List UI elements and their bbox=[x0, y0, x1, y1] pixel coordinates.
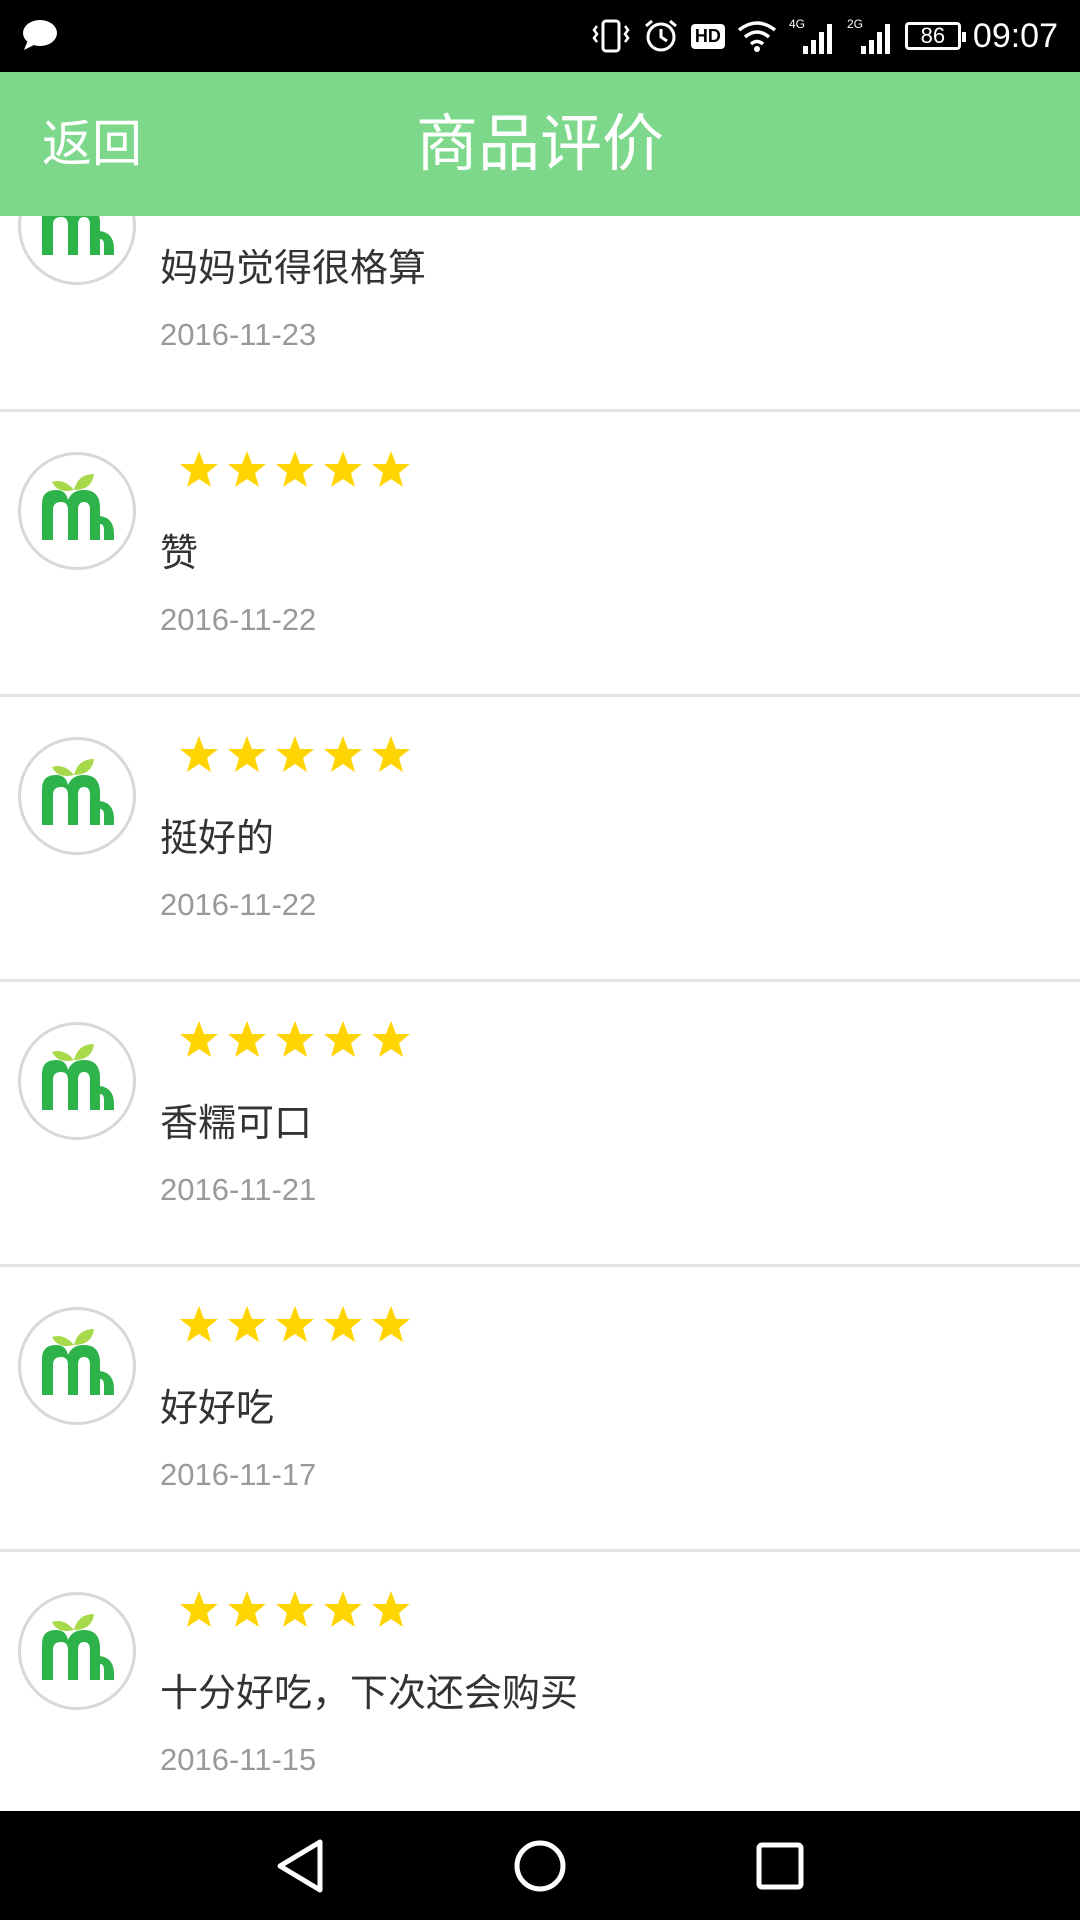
avatar bbox=[18, 216, 136, 285]
brand-logo-icon bbox=[42, 759, 114, 825]
star-icon bbox=[276, 451, 314, 487]
star-icon bbox=[372, 1021, 410, 1057]
star-icon bbox=[180, 1591, 218, 1627]
star-icon bbox=[180, 736, 218, 772]
star-icon bbox=[276, 1591, 314, 1627]
alarm-icon bbox=[643, 18, 679, 54]
star-icon bbox=[180, 1306, 218, 1342]
avatar bbox=[18, 1022, 136, 1140]
review-text: 妈妈觉得很格算 bbox=[160, 246, 427, 290]
page-title: 商品评价 bbox=[415, 107, 664, 180]
star-icon bbox=[276, 1306, 314, 1342]
star-icon bbox=[372, 451, 410, 487]
star-icon bbox=[372, 1306, 410, 1342]
rating-stars bbox=[178, 1019, 412, 1061]
review-text: 香糯可口 bbox=[160, 1101, 313, 1145]
star-icon bbox=[372, 736, 410, 772]
review-date: 2016-11-17 bbox=[160, 1457, 317, 1492]
avatar bbox=[18, 737, 136, 855]
star-icon bbox=[276, 1021, 314, 1057]
brand-logo-icon bbox=[42, 474, 114, 540]
review-date: 2016-11-22 bbox=[160, 887, 317, 922]
brand-logo-icon bbox=[42, 1329, 114, 1395]
home-circle-icon[interactable] bbox=[460, 1811, 620, 1920]
star-icon bbox=[180, 451, 218, 487]
review-date: 2016-11-15 bbox=[160, 1742, 317, 1777]
review-list[interactable]: 妈妈觉得很格算 2016-11-23 赞 2016-11-22 挺好的 2016-11-2… bbox=[0, 216, 1080, 1811]
review-item: 妈妈觉得很格算 2016-11-23 bbox=[0, 216, 1080, 412]
star-icon bbox=[228, 736, 266, 772]
avatar bbox=[18, 1592, 136, 1710]
status-bar: HD 4G 2G 86 09:07 bbox=[0, 0, 1080, 72]
signal-2g-icon: 2G bbox=[847, 16, 893, 56]
review-date: 2016-11-23 bbox=[160, 317, 317, 352]
message-icon bbox=[22, 18, 58, 56]
brand-logo-icon bbox=[42, 1044, 114, 1110]
star-icon bbox=[324, 1591, 362, 1627]
wifi-icon bbox=[737, 20, 777, 52]
review-text: 挺好的 bbox=[160, 816, 275, 860]
battery-level: 86 bbox=[920, 23, 946, 48]
clock: 09:07 bbox=[972, 16, 1058, 55]
net1-label: 4G bbox=[789, 17, 805, 31]
rating-stars bbox=[178, 1304, 412, 1346]
star-icon bbox=[324, 1306, 362, 1342]
brand-logo-icon bbox=[42, 1614, 114, 1680]
app-header: 返回 商品评价 bbox=[0, 72, 1080, 216]
vibrate-icon bbox=[591, 18, 631, 54]
star-icon bbox=[324, 451, 362, 487]
back-triangle-icon[interactable] bbox=[220, 1811, 380, 1920]
rating-stars bbox=[178, 734, 412, 776]
review-date: 2016-11-22 bbox=[160, 602, 317, 637]
hd-icon: HD bbox=[690, 23, 725, 49]
star-icon bbox=[228, 451, 266, 487]
avatar bbox=[18, 452, 136, 570]
review-item: 香糯可口 2016-11-21 bbox=[0, 982, 1080, 1267]
review-item: 赞 2016-11-22 bbox=[0, 412, 1080, 697]
star-icon bbox=[276, 736, 314, 772]
brand-logo-icon bbox=[42, 216, 114, 255]
avatar bbox=[18, 1307, 136, 1425]
recents-square-icon[interactable] bbox=[700, 1811, 860, 1920]
rating-stars bbox=[178, 449, 412, 491]
battery-icon: 86 bbox=[904, 22, 966, 50]
review-text: 十分好吃，下次还会购买 bbox=[160, 1671, 579, 1715]
navigation-bar bbox=[0, 1811, 1080, 1920]
review-text: 赞 bbox=[160, 531, 199, 575]
signal-4g-icon: 4G bbox=[789, 16, 835, 56]
review-item: 挺好的 2016-11-22 bbox=[0, 697, 1080, 982]
net2-label: 2G bbox=[847, 17, 863, 31]
review-item: 好好吃 2016-11-17 bbox=[0, 1267, 1080, 1552]
star-icon bbox=[228, 1306, 266, 1342]
star-icon bbox=[324, 1021, 362, 1057]
status-icons: HD 4G 2G 86 09:07 bbox=[591, 0, 1058, 72]
star-icon bbox=[324, 736, 362, 772]
review-item: 十分好吃，下次还会购买 2016-11-15 bbox=[0, 1552, 1080, 1811]
review-text: 好好吃 bbox=[160, 1386, 275, 1430]
review-date: 2016-11-21 bbox=[160, 1172, 317, 1207]
star-icon bbox=[228, 1591, 266, 1627]
star-icon bbox=[228, 1021, 266, 1057]
star-icon bbox=[372, 1591, 410, 1627]
rating-stars bbox=[178, 1589, 412, 1631]
star-icon bbox=[180, 1021, 218, 1057]
